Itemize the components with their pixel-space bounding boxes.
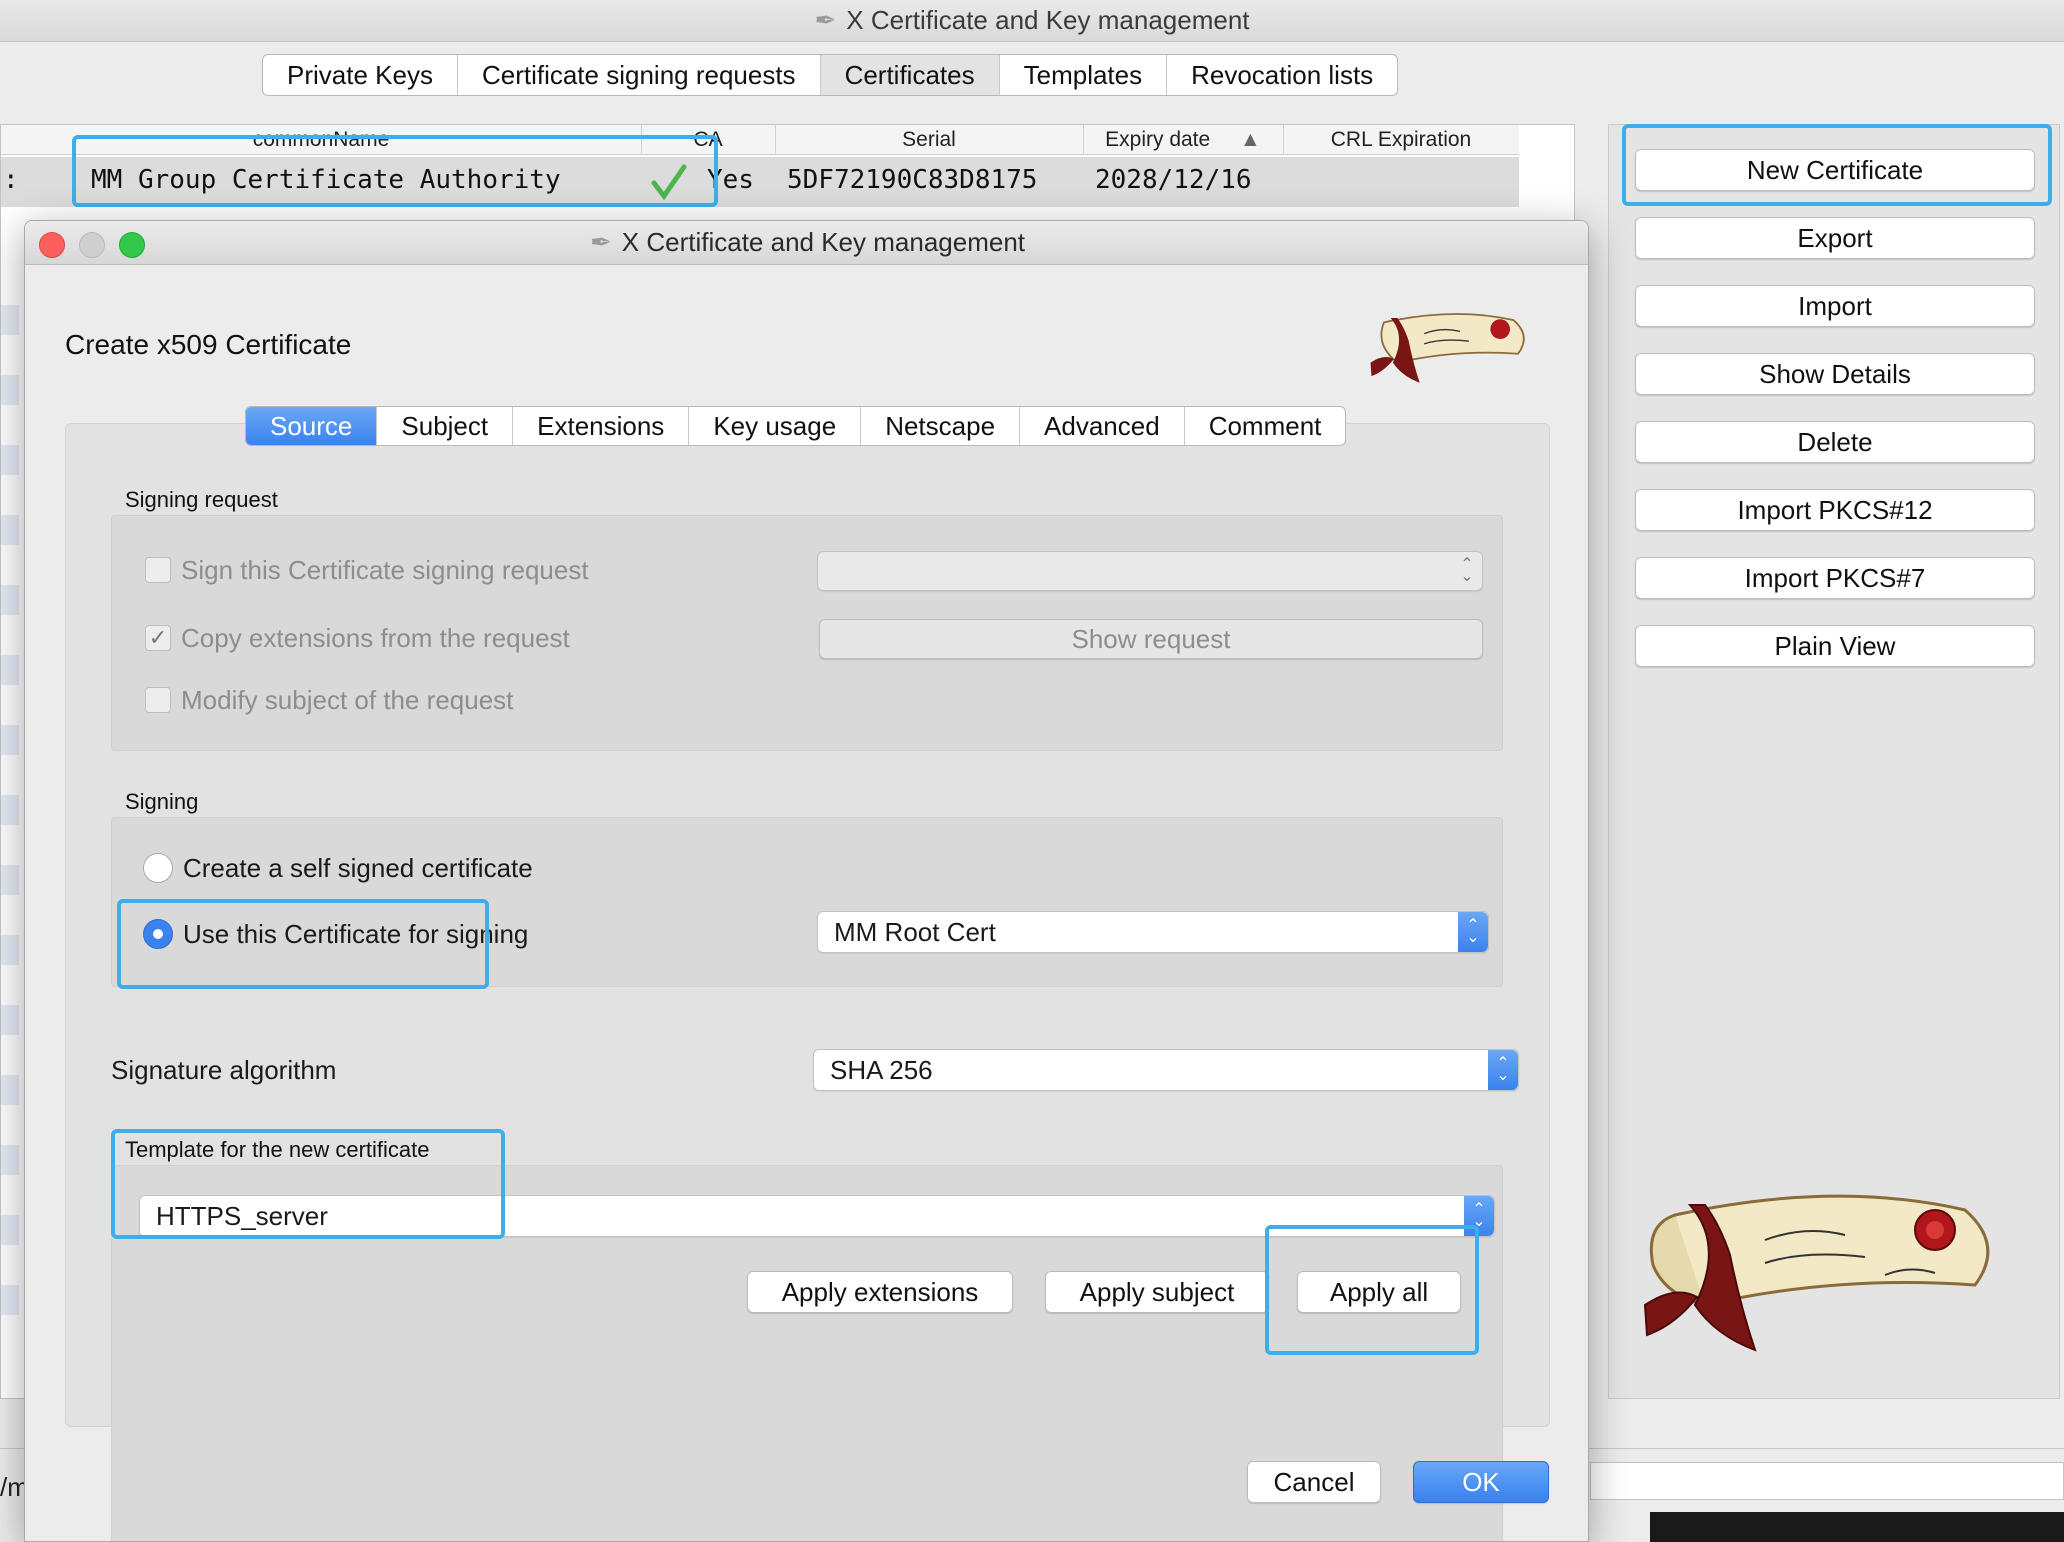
import-button[interactable]: Import xyxy=(1635,285,2035,327)
create-certificate-dialog: ✒ X Certificate and Key management Creat… xyxy=(24,220,1589,1542)
expiry-date-label: Expiry date xyxy=(1105,128,1211,151)
use-cert-label: Use this Certificate for signing xyxy=(183,919,529,949)
tab-advanced[interactable]: Advanced xyxy=(1020,407,1185,445)
modify-subject-checkbox[interactable] xyxy=(145,687,171,713)
dialog-title: X Certificate and Key management xyxy=(621,227,1025,257)
sort-ascending-icon: ▲ xyxy=(1240,128,1261,151)
column-crl-expiration[interactable]: CRL Expiration xyxy=(1283,125,1519,155)
updown-chevron-icon: ⌃ ⌄ xyxy=(1458,912,1488,952)
template-select[interactable]: HTTPS_server ⌃ ⌄ xyxy=(139,1195,1495,1237)
sign-csr-label: Sign this Certificate signing request xyxy=(181,555,589,585)
copy-extensions-checkbox[interactable]: ✓ xyxy=(145,625,171,651)
column-serial[interactable]: Serial xyxy=(775,125,1084,155)
dialog-titlebar: ✒ X Certificate and Key management xyxy=(25,221,1588,265)
tab-revocation-lists[interactable]: Revocation lists xyxy=(1167,55,1397,95)
import-pkcs7-button[interactable]: Import PKCS#7 xyxy=(1635,557,2035,599)
cell-commonname: MM Group Certificate Authority xyxy=(91,165,561,195)
table-row[interactable]: : MM Group Certificate Authority Yes 5DF… xyxy=(1,157,1519,207)
updown-chevron-icon: ⌃ ⌄ xyxy=(1460,556,1474,585)
zoom-icon[interactable] xyxy=(119,232,145,258)
plain-view-button[interactable]: Plain View xyxy=(1635,625,2035,667)
show-request-button[interactable]: Show request xyxy=(819,619,1483,659)
tab-extensions[interactable]: Extensions xyxy=(513,407,690,445)
use-cert-radio[interactable] xyxy=(143,919,173,949)
cancel-button[interactable]: Cancel xyxy=(1247,1461,1381,1503)
signing-group xyxy=(111,817,1503,987)
checkmark-icon: ✓ xyxy=(148,625,168,650)
cell-serial: 5DF72190C83D8175 xyxy=(787,165,1038,195)
signature-algorithm-label: Signature algorithm xyxy=(111,1055,337,1085)
signing-cert-select[interactable]: MM Root Cert ⌃ ⌄ xyxy=(817,911,1489,953)
tab-certificate-signing-requests[interactable]: Certificate signing requests xyxy=(458,55,821,95)
main-titlebar: ✒ X Certificate and Key management xyxy=(0,0,2064,42)
import-pkcs12-button[interactable]: Import PKCS#12 xyxy=(1635,489,2035,531)
updown-chevron-icon: ⌃ ⌄ xyxy=(1488,1050,1518,1090)
pen-icon: ✒ xyxy=(589,227,612,257)
ok-button[interactable]: OK xyxy=(1413,1461,1549,1503)
template-value: HTTPS_server xyxy=(156,1200,328,1231)
pen-icon: ✒ xyxy=(814,5,837,35)
tab-source[interactable]: Source xyxy=(246,407,378,445)
column-expiry-date[interactable]: Expiry date ▲ xyxy=(1083,125,1284,155)
minimize-icon[interactable] xyxy=(79,232,105,258)
cell-ca: Yes xyxy=(707,165,754,195)
export-button[interactable]: Export xyxy=(1635,217,2035,259)
modify-subject-label: Modify subject of the request xyxy=(181,685,514,715)
tab-private-keys[interactable]: Private Keys xyxy=(263,55,458,95)
tab-templates[interactable]: Templates xyxy=(1000,55,1168,95)
column-commonname[interactable]: commonName xyxy=(1,125,642,155)
checkmark-icon xyxy=(651,163,687,213)
column-ca[interactable]: CA xyxy=(641,125,776,155)
tab-certificates[interactable]: Certificates xyxy=(820,55,1000,95)
table-header: commonName CA Serial Expiry date ▲ CRL E… xyxy=(1,125,1519,155)
signature-algorithm-select[interactable]: SHA 256 ⌃ ⌄ xyxy=(813,1049,1519,1091)
updown-chevron-icon: ⌃ ⌄ xyxy=(1464,1196,1494,1236)
apply-subject-button[interactable]: Apply subject xyxy=(1045,1271,1269,1313)
dialog-tabbar: Source Subject Extensions Key usage Nets… xyxy=(245,406,1347,446)
dialog-heading: Create x509 Certificate xyxy=(65,329,352,360)
apply-extensions-button[interactable]: Apply extensions xyxy=(747,1271,1013,1313)
show-details-button[interactable]: Show Details xyxy=(1635,353,2035,395)
tab-key-usage[interactable]: Key usage xyxy=(689,407,862,445)
tab-subject[interactable]: Subject xyxy=(377,407,514,445)
tab-netscape[interactable]: Netscape xyxy=(861,407,1021,445)
main-window-title: X Certificate and Key management xyxy=(846,5,1250,35)
sign-csr-checkbox[interactable] xyxy=(145,557,171,583)
csr-select[interactable]: ⌃ ⌄ xyxy=(817,551,1483,591)
close-icon[interactable] xyxy=(39,232,65,258)
apply-all-button[interactable]: Apply all xyxy=(1297,1271,1461,1313)
tab-comment[interactable]: Comment xyxy=(1185,407,1346,445)
self-signed-radio[interactable] xyxy=(143,853,173,883)
scroll-logo-icon xyxy=(1361,309,1541,390)
signing-label: Signing xyxy=(125,789,199,814)
copy-extensions-label: Copy extensions from the request xyxy=(181,623,570,653)
cell-expiry-date: 2028/12/16 xyxy=(1095,165,1252,195)
signing-request-label: Signing request xyxy=(125,487,278,512)
status-dark-strip xyxy=(1650,1512,2064,1542)
scroll-logo-icon xyxy=(1635,1185,2015,1360)
signing-cert-value: MM Root Cert xyxy=(834,916,996,947)
template-label: Template for the new certificate xyxy=(125,1137,430,1162)
status-input[interactable] xyxy=(1590,1462,2064,1500)
delete-button[interactable]: Delete xyxy=(1635,421,2035,463)
main-tabbar: Private Keys Certificate signing request… xyxy=(262,54,1399,96)
new-certificate-button[interactable]: New Certificate xyxy=(1635,149,2035,191)
self-signed-label: Create a self signed certificate xyxy=(183,853,533,883)
signature-algorithm-value: SHA 256 xyxy=(830,1054,933,1085)
action-sidebar: New Certificate Export Import Show Detai… xyxy=(1608,124,2060,1399)
